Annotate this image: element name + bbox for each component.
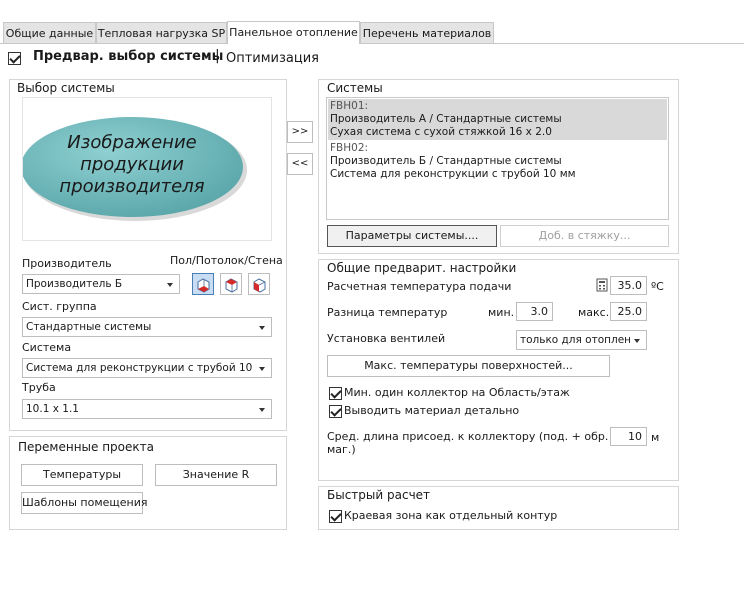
ceiling-direction-button[interactable] bbox=[220, 273, 242, 295]
chevron-down-icon bbox=[259, 367, 265, 371]
valves-label: Установка вентилей bbox=[327, 332, 446, 345]
collector-checkbox-label[interactable]: Мин. один коллектор на Область/этаж bbox=[344, 386, 570, 399]
temperatures-button[interactable]: Температуры bbox=[21, 464, 143, 486]
max-surface-temps-button[interactable]: Макс. температуры поверхностей... bbox=[327, 355, 610, 377]
system-value: Система для реконструкции с трубой 10 мм bbox=[26, 362, 255, 374]
system-maker: Производитель А / Стандартные системы bbox=[330, 113, 562, 125]
tab-strip: Общие данные Тепловая нагрузка SP Панель… bbox=[0, 0, 744, 44]
manufacturer-select[interactable]: Производитель Б bbox=[22, 274, 180, 294]
room-templates-button[interactable]: Шаблоны помещения bbox=[21, 492, 148, 514]
edge-zone-checkbox[interactable] bbox=[329, 510, 342, 523]
avg-length-unit: м bbox=[651, 431, 660, 444]
group-label: Сист. группа bbox=[22, 300, 97, 313]
valves-select[interactable]: только для отопления bbox=[516, 330, 647, 350]
tab-general-data[interactable]: Общие данные bbox=[3, 22, 96, 44]
tab-material-list[interactable]: Перечень материалов bbox=[360, 22, 494, 44]
temp-diff-label: Разница температур bbox=[327, 306, 448, 319]
list-item[interactable]: FBH02: Производитель Б / Стандартные сис… bbox=[328, 141, 667, 182]
supply-temp-input[interactable]: 35.0 bbox=[610, 276, 647, 295]
avg-length-input[interactable]: 10 bbox=[610, 427, 647, 446]
product-image-caption-line: Изображение bbox=[67, 132, 197, 153]
floor-cube-icon bbox=[197, 278, 210, 293]
chevron-down-icon bbox=[634, 339, 640, 343]
system-code: FBH01: bbox=[330, 100, 369, 112]
chevron-down-icon bbox=[167, 283, 173, 287]
tab-underline bbox=[0, 43, 744, 44]
floor-direction-button[interactable] bbox=[192, 273, 214, 295]
system-desc: Система для реконструкции с трубой 10 мм bbox=[330, 168, 576, 180]
group-select[interactable]: Стандартные системы bbox=[22, 317, 272, 337]
supply-temp-unit: ºC bbox=[651, 280, 664, 293]
preselect-label[interactable]: Предвар. выбор системы bbox=[33, 49, 223, 64]
chevron-down-icon bbox=[259, 326, 265, 330]
avg-length-label-cont: маг.) bbox=[327, 443, 356, 456]
systems-list[interactable]: FBH01: Производитель А / Стандартные сис… bbox=[326, 97, 669, 220]
system-code: FBH02: bbox=[330, 142, 369, 154]
group-value: Стандартные системы bbox=[26, 321, 152, 333]
mode-separator: | bbox=[215, 48, 220, 64]
system-params-button[interactable]: Параметры системы.... bbox=[327, 225, 497, 247]
systems-title: Системы bbox=[327, 81, 383, 95]
project-vars-title: Переменные проекта bbox=[18, 440, 154, 454]
system-maker: Производитель Б / Стандартные системы bbox=[330, 155, 562, 167]
general-settings-title: Общие предварит. настройки bbox=[327, 261, 517, 275]
product-image-caption-line: производителя bbox=[59, 176, 205, 197]
supply-temp-label: Расчетная температура подачи bbox=[327, 280, 512, 293]
list-item[interactable]: FBH01: Производитель А / Стандартные сис… bbox=[328, 99, 667, 140]
system-label: Система bbox=[22, 341, 72, 354]
system-select[interactable]: Система для реконструкции с трубой 10 мм bbox=[22, 358, 272, 378]
quick-calc-title: Быстрый расчет bbox=[327, 488, 431, 502]
collector-checkbox[interactable] bbox=[329, 387, 342, 400]
pipe-label: Труба bbox=[22, 381, 56, 394]
material-detail-checkbox[interactable] bbox=[329, 405, 342, 418]
wall-direction-button[interactable] bbox=[248, 273, 270, 295]
system-desc: Сухая система с сухой стяжкой 16 x 2.0 bbox=[330, 126, 552, 138]
direction-label: Пол/Потолок/Стена bbox=[170, 254, 283, 267]
chevron-down-icon bbox=[259, 408, 265, 412]
preselect-checkbox[interactable] bbox=[8, 52, 21, 65]
system-select-title: Выбор системы bbox=[17, 81, 115, 95]
max-label: макс. bbox=[578, 306, 610, 319]
remove-system-button[interactable]: << bbox=[287, 153, 313, 175]
manufacturer-label: Производитель bbox=[22, 257, 112, 270]
avg-length-label: Сред. длина присоед. к коллектору (под. … bbox=[327, 430, 609, 443]
calculator-icon[interactable] bbox=[596, 278, 608, 292]
pipe-select[interactable]: 10.1 x 1.1 bbox=[22, 399, 272, 419]
wall-cube-icon bbox=[253, 278, 266, 293]
min-temp-input[interactable]: 3.0 bbox=[516, 302, 553, 321]
r-value-button[interactable]: Значение R bbox=[155, 464, 277, 486]
tab-panel-heating[interactable]: Панельное отопление bbox=[227, 21, 360, 44]
ceiling-cube-icon bbox=[225, 278, 238, 293]
product-image-frame: Изображение продукции производителя bbox=[22, 97, 272, 241]
valves-value: только для отопления bbox=[520, 334, 630, 346]
edge-zone-label[interactable]: Краевая зона как отдельный контур bbox=[344, 509, 557, 522]
max-temp-input[interactable]: 25.0 bbox=[610, 302, 647, 321]
material-detail-label[interactable]: Выводить материал детально bbox=[344, 404, 519, 417]
pipe-value: 10.1 x 1.1 bbox=[26, 403, 79, 415]
tab-heat-load[interactable]: Тепловая нагрузка SP bbox=[96, 22, 227, 44]
add-system-button[interactable]: >> bbox=[287, 121, 313, 143]
optimize-label[interactable]: Оптимизация bbox=[226, 51, 319, 66]
min-label: мин. bbox=[488, 306, 515, 319]
product-image-caption-line: продукции bbox=[80, 154, 184, 175]
add-to-screed-button[interactable]: Доб. в стяжку... bbox=[500, 225, 669, 247]
manufacturer-value: Производитель Б bbox=[26, 278, 123, 290]
